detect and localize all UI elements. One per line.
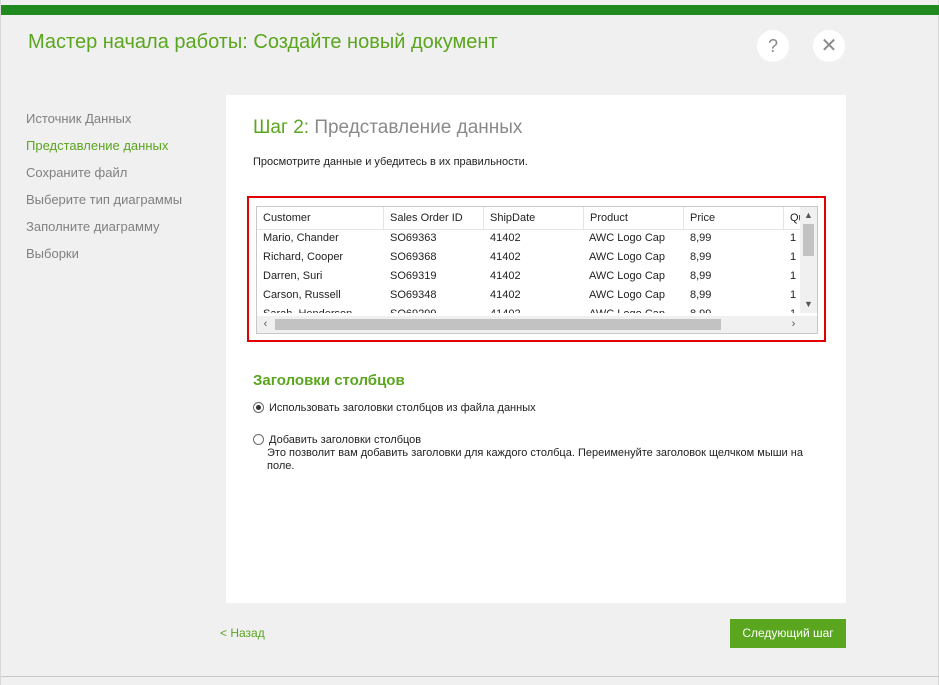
help-button[interactable]: ? — [757, 30, 789, 62]
cell: AWC Logo Cap — [589, 289, 666, 301]
column-header[interactable]: Sales Order ID — [384, 207, 484, 229]
scroll-up-icon[interactable]: ▲ — [800, 207, 817, 224]
wizard-window: Мастер начала работы: Создайте новый док… — [0, 0, 939, 685]
cell: AWC Logo Cap — [589, 251, 666, 263]
nav-item-data-source[interactable]: Источник Данных — [26, 110, 182, 137]
cell: 8,99 — [690, 305, 711, 313]
cell: AWC Logo Cap — [589, 305, 665, 313]
grid-header: Customer Sales Order ID ShipDate Product… — [257, 207, 805, 230]
back-link[interactable]: < Назад — [220, 626, 265, 640]
cell: 41402 — [490, 270, 521, 282]
table-row[interactable]: Darren, Suri SO69319 41402 AWC Logo Cap … — [257, 267, 802, 286]
data-preview-highlight: Customer Sales Order ID ShipDate Product… — [247, 196, 826, 342]
nav-item-data-view[interactable]: Представление данных — [26, 137, 182, 164]
scroll-down-icon[interactable]: ▼ — [800, 296, 817, 313]
radio-use-file-headers[interactable]: Использовать заголовки столбцов из файла… — [253, 399, 536, 417]
cell: 8,99 — [690, 232, 712, 244]
nav-item-save-file[interactable]: Сохраните файл — [26, 164, 182, 191]
close-button[interactable]: ✕ — [813, 30, 845, 62]
cell: Sarah, Henderson — [263, 305, 352, 313]
window-title: Мастер начала работы: Создайте новый док… — [28, 31, 498, 53]
close-icon: ✕ — [820, 35, 838, 57]
column-header[interactable]: Customer — [257, 207, 384, 229]
cell: 1 — [790, 232, 797, 244]
horizontal-scroll-thumb[interactable] — [275, 319, 721, 330]
cell: 8,99 — [690, 270, 712, 282]
cell: 8,99 — [690, 251, 712, 263]
cell: AWC Logo Cap — [589, 270, 666, 282]
step-heading: Шаг 2: Представление данных — [253, 117, 522, 139]
cell: 41402 — [490, 232, 521, 244]
cell: 1 — [790, 270, 797, 282]
cell: 8,99 — [690, 289, 712, 301]
table-row[interactable]: Mario, Chander SO69363 41402 AWC Logo Ca… — [257, 229, 802, 248]
help-icon: ? — [767, 36, 778, 56]
table-row[interactable]: Sarah, Henderson SO69299 41402 AWC Logo … — [257, 305, 802, 313]
cell: Carson, Russell — [263, 289, 341, 301]
cell: Darren, Suri — [263, 270, 323, 282]
vertical-scroll-thumb[interactable] — [803, 224, 814, 256]
radio-add-help-text: Это позволит вам добавить заголовки для … — [267, 447, 803, 472]
cell: 1 — [790, 289, 797, 301]
grid-body: Mario, Chander SO69363 41402 AWC Logo Ca… — [257, 229, 802, 313]
vertical-scrollbar[interactable]: ▲ ▼ — [800, 207, 817, 313]
cell: 1 — [790, 251, 797, 263]
data-preview-grid[interactable]: Customer Sales Order ID ShipDate Product… — [256, 206, 818, 334]
column-header[interactable]: Price — [684, 207, 784, 229]
cell: SO69348 — [390, 289, 437, 301]
column-header[interactable]: ShipDate — [484, 207, 584, 229]
horizontal-scrollbar[interactable]: ‹ › — [257, 316, 802, 333]
cell: 41402 — [490, 251, 521, 263]
nav-item-fill-chart[interactable]: Заполните диаграмму — [26, 218, 182, 245]
cell: Richard, Cooper — [263, 251, 344, 263]
radio-checked-icon[interactable] — [253, 402, 264, 414]
step-description: Просмотрите данные и убедитесь в их прав… — [253, 156, 528, 168]
cell: SO69368 — [390, 251, 437, 263]
next-step-button[interactable]: Следующий шаг — [730, 619, 846, 648]
nav-item-chart-type[interactable]: Выберите тип диаграммы — [26, 191, 182, 218]
cell: 41402 — [490, 305, 521, 313]
radio-use-label: Использовать заголовки столбцов из файла… — [269, 401, 536, 414]
cell: AWC Logo Cap — [589, 232, 666, 244]
step-title: Представление данных — [314, 117, 523, 138]
table-row[interactable]: Carson, Russell SO69348 41402 AWC Logo C… — [257, 286, 802, 305]
column-headers-title: Заголовки столбцов — [253, 372, 405, 389]
cell: 41402 — [490, 289, 521, 301]
scroll-left-icon[interactable]: ‹ — [257, 316, 274, 333]
nav-item-samples[interactable]: Выборки — [26, 245, 182, 272]
cell: SO69299 — [390, 305, 436, 313]
step-number: Шаг 2: — [253, 117, 310, 138]
bottom-divider — [1, 676, 939, 677]
cell: 1 — [790, 305, 796, 313]
cell: Mario, Chander — [263, 232, 339, 244]
table-row[interactable]: Richard, Cooper SO69368 41402 AWC Logo C… — [257, 248, 802, 267]
cell: SO69319 — [390, 270, 437, 282]
cell: SO69363 — [390, 232, 437, 244]
radio-unchecked-icon[interactable] — [253, 434, 264, 446]
top-accent-bar — [1, 5, 939, 15]
wizard-steps-nav: Источник Данных Представление данных Сох… — [26, 110, 182, 272]
scrollbar-corner — [800, 316, 817, 333]
radio-add-label: Добавить заголовки столбцов — [269, 433, 422, 446]
main-panel: Шаг 2: Представление данных Просмотрите … — [226, 95, 846, 603]
column-header[interactable]: Product — [584, 207, 684, 229]
